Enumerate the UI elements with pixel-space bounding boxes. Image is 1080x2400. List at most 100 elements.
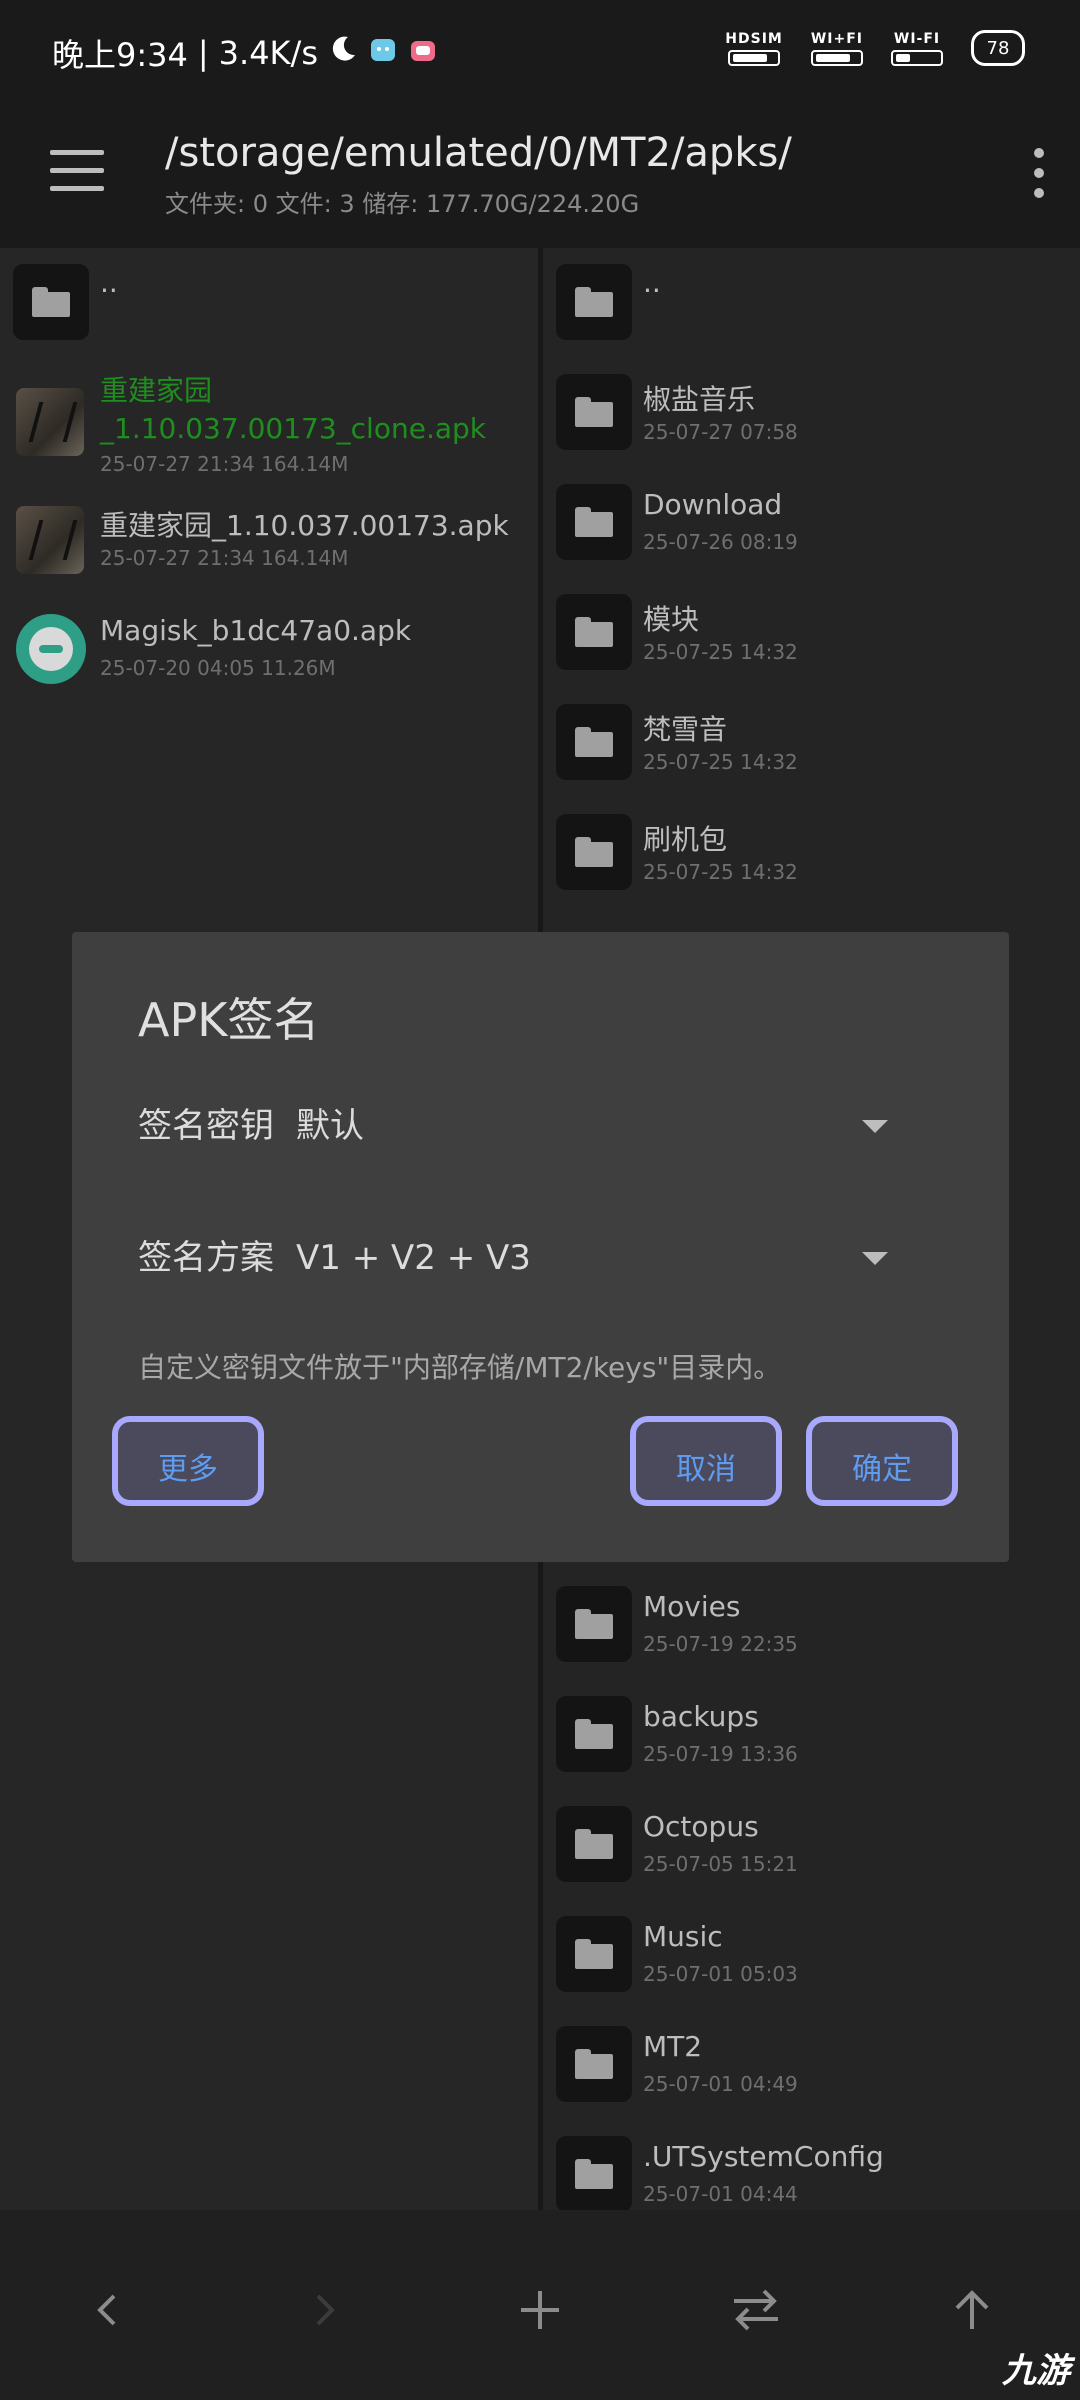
folder-meta: 25-07-27 07:58 [643, 420, 798, 444]
folder-row[interactable]: 椒盐音乐 25-07-27 07:58 [543, 358, 1080, 468]
folder-row[interactable]: backups 25-07-19 13:36 [543, 1680, 1080, 1790]
file-meta: 25-07-27 21:34 164.14M [100, 452, 349, 476]
signing-key-label: 签名密钥 [138, 1106, 274, 1146]
folder-icon [556, 2026, 632, 2102]
folder-name: backups [643, 1700, 759, 1733]
folder-meta: 25-07-25 14:32 [643, 860, 798, 884]
folder-icon [556, 374, 632, 450]
folder-meta: 25-07-01 04:44 [643, 2182, 798, 2206]
folder-meta: 25-07-25 14:32 [643, 640, 798, 664]
status-bar: 晚上9:34 | 3.4K/s HDSIM WI+FI WI-FI 78 [0, 0, 1080, 110]
folder-name: 模块 [643, 603, 700, 636]
folder-row[interactable]: 模块 25-07-25 14:32 [543, 578, 1080, 688]
more-options-icon[interactable] [1032, 148, 1046, 208]
folder-name: 梵雪音 [643, 713, 728, 746]
game-app-icon [16, 388, 84, 456]
status-speed: 3.4K/s [218, 34, 318, 72]
dropdown-arrow-icon [862, 1120, 888, 1133]
folder-icon [13, 264, 89, 340]
folder-row[interactable]: Octopus 25-07-05 15:21 [543, 1790, 1080, 1900]
folder-icon [556, 704, 632, 780]
folder-icon [556, 814, 632, 890]
app-bar: /storage/emulated/0/MT2/apks/ 文件夹: 0 文件:… [0, 110, 1080, 248]
dialog-hint: 自定义密钥文件放于"内部存储/MT2/keys"目录内。 [138, 1351, 782, 1384]
folder-name: 刷机包 [643, 823, 728, 856]
tv-notification-icon [408, 34, 438, 72]
folder-meta: 25-07-26 08:19 [643, 530, 798, 554]
parent-folder-label: .. [100, 266, 118, 299]
app-notification-icon [368, 34, 398, 72]
file-row-apk[interactable]: 重建家园_1.10.037.00173.apk 25-07-27 21:34 1… [0, 484, 538, 594]
folder-meta: 25-07-01 04:49 [643, 2072, 798, 2096]
file-name: 重建家园_1.10.037.00173.apk [100, 509, 509, 542]
folder-icon [556, 484, 632, 560]
dialog-title: APK签名 [138, 993, 320, 1047]
folder-icon [556, 594, 632, 670]
more-button[interactable]: 更多 [112, 1416, 264, 1506]
folder-name: Music [643, 1920, 723, 1953]
file-meta: 25-07-20 04:05 11.26M [100, 656, 336, 680]
parent-folder-row[interactable]: .. [0, 248, 538, 358]
file-name: 重建家园 _1.10.037.00173_clone.apk [100, 374, 486, 445]
folder-name: .UTSystemConfig [643, 2140, 884, 2173]
moon-icon [328, 34, 358, 72]
signing-key-value: 默认 [296, 1106, 364, 1146]
menu-icon[interactable] [50, 150, 104, 192]
apk-sign-dialog: APK签名 签名密钥 默认 签名方案 V1 + V2 + V3 自定义密钥文件放于"… [72, 932, 1009, 1562]
storage-summary: 文件夹: 0 文件: 3 储存: 177.70G/224.20G [165, 190, 640, 218]
folder-meta: 25-07-19 13:36 [643, 1742, 798, 1766]
parent-folder-label: .. [643, 266, 661, 299]
folder-icon [556, 2136, 632, 2212]
file-row-magisk[interactable]: Magisk_b1dc47a0.apk 25-07-20 04:05 11.26… [0, 594, 538, 704]
file-meta: 25-07-27 21:34 164.14M [100, 546, 349, 570]
cancel-button[interactable]: 取消 [630, 1416, 782, 1506]
wifi-calling-icon: WI+FI [811, 31, 863, 66]
folder-icon [556, 1916, 632, 1992]
status-time: 晚上9:34 [52, 36, 188, 74]
signing-key-select[interactable]: 签名密钥 默认 [138, 1098, 968, 1158]
sim-signal-icon: HDSIM [725, 31, 783, 66]
folder-row[interactable]: MT2 25-07-01 04:49 [543, 2010, 1080, 2120]
status-separator: | [197, 34, 209, 72]
watermark-logo: 九游 [1002, 2351, 1070, 2391]
bottom-toolbar: 九游 [0, 2210, 1080, 2400]
magisk-app-icon [16, 614, 86, 684]
confirm-button[interactable]: 确定 [806, 1416, 958, 1506]
folder-name: Octopus [643, 1810, 759, 1843]
current-path: /storage/emulated/0/MT2/apks/ [165, 130, 792, 176]
dropdown-arrow-icon [862, 1252, 888, 1265]
status-right: HDSIM WI+FI WI-FI 78 [725, 30, 1025, 66]
battery-icon: 78 [971, 30, 1025, 66]
signing-scheme-label: 签名方案 [138, 1238, 274, 1278]
folder-row[interactable]: Music 25-07-01 05:03 [543, 1900, 1080, 2010]
folder-list-lower: Movies 25-07-19 22:35 backups 25-07-19 1… [543, 1570, 1080, 2230]
wifi-icon: WI-FI [891, 31, 943, 66]
folder-name: 椒盐音乐 [643, 383, 756, 416]
game-app-icon [16, 506, 84, 574]
folder-name: MT2 [643, 2030, 703, 2063]
forward-icon[interactable] [274, 2260, 374, 2360]
folder-meta: 25-07-05 15:21 [643, 1852, 798, 1876]
status-left: 晚上9:34 | 3.4K/s [52, 30, 438, 76]
folder-row[interactable]: Download 25-07-26 08:19 [543, 468, 1080, 578]
folder-meta: 25-07-01 05:03 [643, 1962, 798, 1986]
parent-folder-row[interactable]: .. [543, 248, 1080, 358]
file-name: Magisk_b1dc47a0.apk [100, 614, 412, 647]
swap-icon[interactable] [706, 2260, 806, 2360]
folder-icon [556, 264, 632, 340]
file-row-clone-apk[interactable]: 重建家园 _1.10.037.00173_clone.apk 25-07-27 … [0, 358, 538, 484]
folder-row[interactable]: 刷机包 25-07-25 14:32 [543, 798, 1080, 908]
folder-icon [556, 1806, 632, 1882]
signing-scheme-select[interactable]: 签名方案 V1 + V2 + V3 [138, 1230, 968, 1290]
folder-row[interactable]: Movies 25-07-19 22:35 [543, 1570, 1080, 1680]
folder-meta: 25-07-25 14:32 [643, 750, 798, 774]
folder-name: Download [643, 488, 783, 521]
folder-icon [556, 1586, 632, 1662]
add-icon[interactable] [490, 2260, 590, 2360]
folder-name: Movies [643, 1590, 741, 1623]
back-icon[interactable] [58, 2260, 158, 2360]
folder-meta: 25-07-19 22:35 [643, 1632, 798, 1656]
signing-scheme-value: V1 + V2 + V3 [296, 1238, 531, 1278]
folder-row[interactable]: 梵雪音 25-07-25 14:32 [543, 688, 1080, 798]
folder-icon [556, 1696, 632, 1772]
